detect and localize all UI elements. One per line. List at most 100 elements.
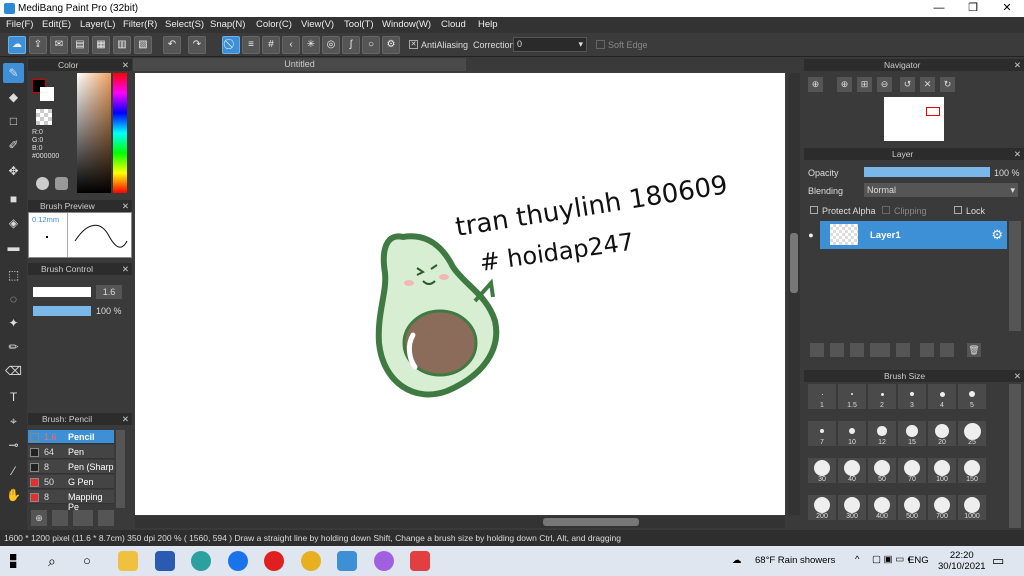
snap-settings-icon[interactable]: ⚙ [382, 36, 400, 54]
tiles-icon[interactable]: ▧ [134, 36, 152, 54]
menu-select[interactable]: Select(S) [165, 19, 204, 30]
folder-icon[interactable] [896, 343, 910, 357]
copy-layer-icon[interactable] [830, 343, 844, 357]
redo-icon[interactable]: ↷ [188, 36, 206, 54]
brush-list-item[interactable]: 8 Mapping Pe [28, 490, 114, 512]
brush-size-cell[interactable]: 400 [868, 495, 896, 520]
brush-size-cell[interactable]: 20 [928, 421, 956, 446]
gear-icon[interactable]: ⚙ [991, 227, 1003, 243]
blending-select[interactable]: Normal ▾ [864, 183, 1018, 197]
chevron-up-icon[interactable]: ^ [855, 554, 859, 565]
brush-settings-icon[interactable] [98, 510, 114, 526]
brush-list-item[interactable]: 64 Pen [28, 445, 114, 459]
hue-slider[interactable] [113, 73, 127, 193]
reset-icon[interactable]: ✕ [920, 77, 935, 92]
brush-size-cell[interactable]: 200 [808, 495, 836, 520]
dropper-icon[interactable]: ⁄ [3, 461, 24, 481]
background-color-swatch[interactable] [40, 87, 54, 101]
grid-icon[interactable]: ▥ [113, 36, 131, 54]
menu-help[interactable]: Help [478, 19, 498, 30]
snap-circle-icon[interactable]: ◎ [322, 36, 340, 54]
brush-size-cell[interactable]: 7 [808, 421, 836, 446]
close-icon[interactable]: ✕ [1014, 148, 1021, 160]
menu-view[interactable]: View(V) [301, 19, 334, 30]
close-icon[interactable]: ✕ [122, 413, 129, 425]
minimize-button[interactable]: — [922, 0, 956, 17]
menu-snap[interactable]: Snap(N) [210, 19, 245, 30]
eraser-tool-icon[interactable]: ◆ [3, 87, 24, 107]
zoom-in-icon[interactable]: ⊕ [837, 77, 852, 92]
chrome-icon[interactable] [301, 551, 321, 571]
weather-text[interactable]: 68°F Rain showers [755, 555, 835, 566]
text-tool-icon[interactable]: T [3, 387, 24, 407]
brush-size-cell[interactable]: 12 [868, 421, 896, 446]
magic-wand-icon[interactable]: ✦ [3, 313, 24, 333]
antialiasing-checkbox[interactable]: ✕ [409, 40, 418, 49]
close-icon[interactable]: ✕ [1014, 370, 1021, 382]
palette-icon[interactable] [36, 177, 49, 190]
dot-pen-tool-icon[interactable]: ✐ [3, 135, 24, 155]
navigator-thumbnail[interactable] [884, 97, 944, 141]
correction-select[interactable]: 0 ▾ [513, 37, 587, 52]
snap-ellipse-icon[interactable]: ○ [362, 36, 380, 54]
new-brush-icon[interactable] [52, 510, 68, 526]
color-picker-icon[interactable] [55, 177, 68, 190]
brush-size-cell[interactable]: 1000 [958, 495, 986, 520]
cloud-icon[interactable]: ☁ [8, 36, 26, 54]
operation-tool-icon[interactable]: ⌖ [3, 411, 24, 431]
eyedropper-icon[interactable]: ⊸ [3, 435, 24, 455]
vertical-scroll-thumb[interactable] [790, 233, 798, 293]
menu-layer[interactable]: Layer(L) [80, 19, 115, 30]
soft-edge-checkbox[interactable] [596, 40, 605, 49]
halftone-layer-icon[interactable] [850, 343, 864, 357]
layer-scrollbar[interactable] [1009, 221, 1021, 331]
new-layer-icon[interactable] [810, 343, 824, 357]
navigator-viewport[interactable] [926, 107, 940, 116]
medibang-icon[interactable] [337, 551, 357, 571]
snap-parallel-icon[interactable]: ≡ [242, 36, 260, 54]
brush-size-cell[interactable]: 2 [868, 384, 896, 409]
fit-icon[interactable]: ⊞ [857, 77, 872, 92]
brush-list-scrollbar[interactable] [116, 430, 125, 508]
fill-rect-tool-icon[interactable]: ■ [3, 189, 24, 209]
layer-row[interactable]: Layer1 ⚙ [820, 221, 1007, 249]
brush-size-scrollbar[interactable] [1009, 384, 1021, 528]
clock[interactable]: 22:20 30/10/2021 [938, 550, 986, 572]
rectangle-tool-icon[interactable]: □ [3, 111, 24, 131]
clipping-checkbox[interactable] [882, 206, 890, 214]
brush-size-cell[interactable]: 15 [898, 421, 926, 446]
menu-tool[interactable]: Tool(T) [344, 19, 374, 30]
menu-cloud[interactable]: Cloud [441, 19, 466, 30]
notification-icon[interactable]: ▭ [992, 553, 1004, 569]
brush-size-cell[interactable]: 1 [808, 384, 836, 409]
lasso-tool-icon[interactable]: ◌ [3, 289, 24, 309]
brush-menu-icon[interactable] [73, 510, 93, 526]
close-icon[interactable]: ✕ [122, 263, 129, 275]
brush-size-cell[interactable]: 500 [898, 495, 926, 520]
zalo-icon[interactable] [228, 551, 248, 571]
task-view-icon[interactable]: ○ [83, 553, 91, 568]
brush-size-cell[interactable]: 300 [838, 495, 866, 520]
brush-size-cell[interactable]: 70 [898, 458, 926, 483]
snap-off-icon[interactable]: ⃠ [222, 36, 240, 54]
document-tab[interactable]: Untitled [133, 58, 466, 71]
gradient-tool-icon[interactable]: ▬ [3, 237, 24, 257]
select-eraser-icon[interactable]: ⌫ [3, 361, 24, 381]
tray-icons[interactable]: ▢ ▣ ▭ ◐ [872, 554, 913, 565]
comment-icon[interactable]: ✉ [50, 36, 68, 54]
select-tool-icon[interactable]: ⬚ [3, 265, 24, 285]
brush-list-item[interactable]: 50 G Pen [28, 475, 114, 489]
brush-size-cell[interactable]: 700 [928, 495, 956, 520]
brush-size-cell[interactable]: 40 [838, 458, 866, 483]
horizontal-scrollbar[interactable] [135, 516, 785, 528]
paint-drop-icon[interactable] [374, 551, 394, 571]
snap-perspective-icon[interactable]: ‹ [282, 36, 300, 54]
layer-opacity-slider[interactable] [864, 167, 990, 177]
brush-size-cell[interactable]: 5 [958, 384, 986, 409]
trash-icon[interactable]: 🗑 [967, 343, 981, 357]
transparent-swatch[interactable] [36, 109, 52, 125]
maximize-button[interactable]: ❐ [956, 0, 990, 17]
brush-size-cell[interactable]: 4 [928, 384, 956, 409]
eye-icon[interactable]: ● [804, 221, 818, 249]
zoom-in-icon[interactable]: ⊕ [808, 77, 823, 92]
